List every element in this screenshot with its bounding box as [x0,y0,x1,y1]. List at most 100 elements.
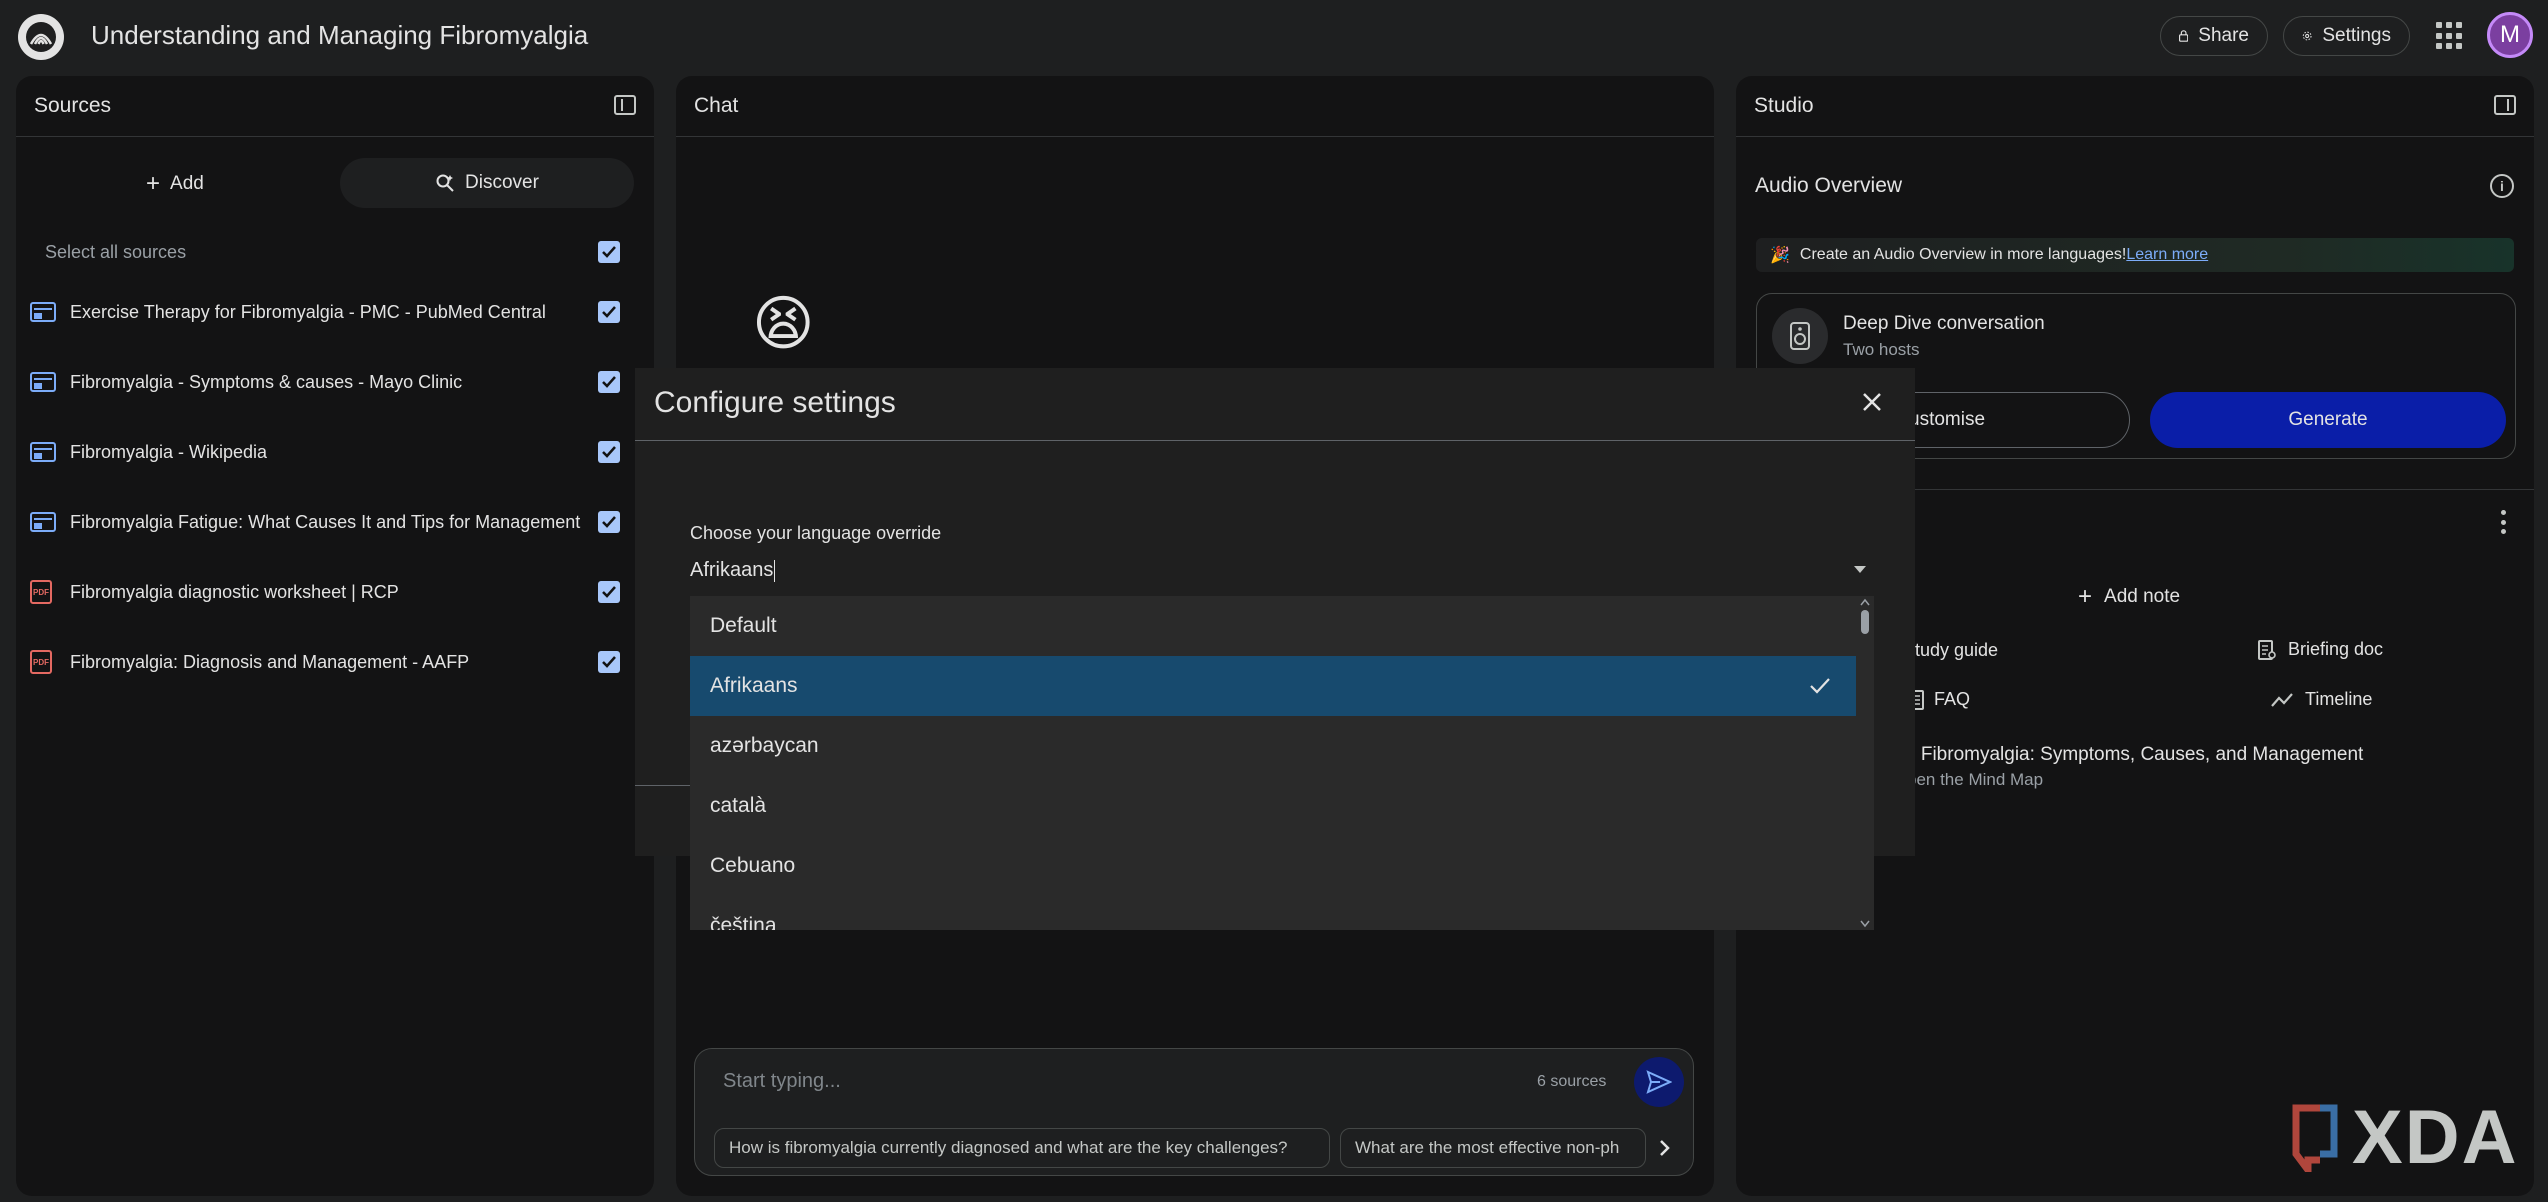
source-checkbox[interactable] [598,511,620,533]
gear-icon [2302,31,2312,41]
briefing-doc-button[interactable]: Briefing doc [2258,639,2383,660]
faq-button[interactable]: FAQ [1910,689,1970,710]
language-select-input[interactable]: Afrikaans [690,559,775,582]
dropdown-scrollbar[interactable] [1856,596,1874,930]
language-option-label: Cebuano [710,854,796,877]
pdf-icon: PDF [30,650,52,674]
share-label: Share [2198,25,2249,46]
language-option-label: Afrikaans [710,674,798,697]
add-note-label: Add note [2104,586,2181,607]
sources-header: Sources [16,76,654,137]
add-source-button[interactable]: + Add [146,170,204,198]
generate-label: Generate [2288,409,2368,430]
source-checkbox[interactable] [598,441,620,463]
avatar[interactable]: M [2487,12,2533,58]
send-icon [1646,1070,1672,1094]
dialog-divider [635,440,1915,441]
web-page-icon [30,442,56,462]
source-label: Fibromyalgia - Wikipedia [70,441,268,462]
source-checkbox[interactable] [598,581,620,603]
audio-language-banner: 🎉 Create an Audio Overview in more langu… [1756,238,2514,272]
suggestion-chip-2[interactable]: What are the most effective non-ph [1340,1128,1646,1168]
chat-header: Chat [676,76,1714,137]
discover-search-icon [436,174,454,192]
source-label: Fibromyalgia: Diagnosis and Management -… [70,651,470,672]
studio-title: Studio [1754,94,1814,117]
suggestion-chip-1[interactable]: How is fibromyalgia currently diagnosed … [714,1128,1330,1168]
sources-title: Sources [34,94,112,117]
notebook-emoji: 😫 [752,290,815,357]
language-option-label: Default [710,614,777,637]
settings-label: Settings [2322,25,2391,46]
source-label: Fibromyalgia - Symptoms & causes - Mayo … [70,371,463,392]
plus-icon: + [146,170,161,197]
pdf-icon: PDF [30,580,52,604]
app-logo[interactable] [18,14,64,60]
check-icon [602,446,616,458]
document-icon [2258,639,2276,660]
add-note-button[interactable]: + Add note [2078,583,2180,611]
language-option[interactable]: azərbaycan [690,716,1856,776]
check-icon [602,246,616,258]
chevron-down-icon[interactable] [1854,566,1866,573]
close-icon[interactable] [1858,388,1886,416]
deep-dive-title: Deep Dive conversation [1843,313,2045,334]
xda-logo-icon [2290,1104,2340,1181]
select-all-checkbox[interactable] [598,241,620,263]
timeline-button[interactable]: Timeline [2271,689,2372,710]
source-item[interactable]: Fibromyalgia - Symptoms & causes - Mayo … [30,362,620,402]
language-option[interactable]: čeština [690,896,1856,930]
language-option[interactable]: Cebuano [690,836,1856,896]
source-item[interactable]: PDF Fibromyalgia: Diagnosis and Managemen… [30,642,620,682]
language-option-label: azərbaycan [710,734,819,757]
dialog-title: Configure settings [654,386,896,419]
source-label: Fibromyalgia Fatigue: What Causes It and… [70,511,581,532]
check-icon [602,306,616,318]
language-dropdown-list: Default Afrikaans azərbaycan català Cebuano č… [690,596,1874,930]
sparkle-icon: 🎉 [1770,247,1790,264]
learn-more-link[interactable]: Learn more [2126,246,2208,264]
add-note-plus-icon: + [2078,583,2093,610]
language-option-label: català [710,794,767,817]
source-checkbox[interactable] [598,651,620,673]
collapse-studio-icon[interactable] [2494,95,2516,115]
source-checkbox[interactable] [598,371,620,393]
language-option[interactable]: català [690,776,1856,836]
collapse-sources-icon[interactable] [614,95,636,115]
chevron-right-icon[interactable] [1646,1128,1682,1168]
discover-button[interactable]: Discover [340,158,634,208]
language-override-label: Choose your language override [690,523,942,543]
send-button[interactable] [1634,1057,1684,1107]
chat-input[interactable]: Start typing... [723,1070,841,1093]
language-option-label: čeština [710,914,777,930]
source-item[interactable]: PDF Fibromyalgia diagnostic worksheet | R… [30,572,620,612]
more-options-icon[interactable] [2501,510,2507,534]
check-icon [602,376,616,388]
source-checkbox[interactable] [598,301,620,323]
scrollbar-thumb[interactable] [1861,610,1869,634]
apps-grid-icon[interactable] [2436,22,2464,50]
language-option[interactable]: Default [690,596,1856,656]
share-button[interactable]: Share [2160,16,2268,56]
study-guide-button[interactable]: tudy guide [1915,640,1998,661]
selected-check-icon [1810,678,1830,694]
mindmap-title[interactable]: g Fibromyalgia: Symptoms, Causes, and Ma… [1905,744,2363,766]
source-item[interactable]: Fibromyalgia - Wikipedia [30,432,620,472]
web-page-icon [30,372,56,392]
faq-label: FAQ [1934,689,1971,709]
speaker-icon [1772,308,1828,364]
watermark: XDA [2352,1095,2519,1180]
source-item[interactable]: Exercise Therapy for Fibromyalgia - PMC … [30,292,620,332]
briefing-doc-label: Briefing doc [2288,639,2384,659]
generate-button[interactable]: Generate [2150,392,2506,448]
source-item[interactable]: Fibromyalgia Fatigue: What Causes It and… [30,502,620,542]
language-option[interactable]: Afrikaans [690,656,1856,716]
web-page-icon [30,302,56,322]
notebook-logo-icon [26,22,56,52]
settings-button[interactable]: Settings [2283,16,2410,56]
info-icon[interactable]: i [2490,174,2514,198]
timeline-label: Timeline [2305,689,2373,709]
check-icon [602,586,616,598]
studio-header: Studio [1736,76,2534,137]
audio-overview-title: Audio Overview [1755,174,1903,197]
